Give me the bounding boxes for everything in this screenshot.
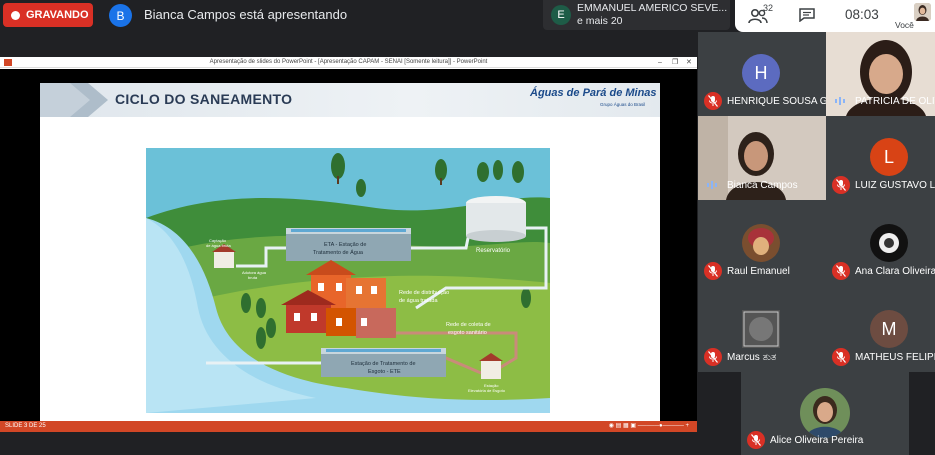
label-elevatoria-2: Elevatória de Esgoto (468, 388, 506, 393)
mic-off-icon (832, 176, 850, 194)
participant-tile[interactable]: Bianca Campos (698, 116, 826, 200)
avatar (870, 224, 908, 262)
svg-text:ETA - Estação de: ETA - Estação de (324, 242, 366, 248)
recording-badge[interactable]: GRAVANDO (3, 3, 93, 27)
minimize-icon[interactable]: – (658, 57, 662, 68)
slide-title: CICLO DO SANEAMENTO (115, 91, 293, 107)
svg-text:Reservatório: Reservatório (476, 248, 511, 254)
slide-stage: CICLO DO SANEAMENTO Águas de Pará de Min… (0, 69, 697, 431)
shared-screen: Apresentação de slides do PowerPoint - [… (0, 57, 697, 432)
svg-text:de água bruta: de água bruta (206, 243, 231, 248)
chevron-decoration (40, 83, 108, 117)
participant-tile[interactable]: Ana Clara Oliveira F... (826, 200, 935, 286)
meeting-clock: 08:03 (845, 7, 879, 22)
presenter-avatar: B (109, 4, 132, 27)
participant-name: Raul Emanuel (727, 266, 790, 277)
svg-text:Esgoto - ETE: Esgoto - ETE (368, 369, 401, 375)
slide: CICLO DO SANEAMENTO Águas de Pará de Min… (40, 83, 660, 431)
mic-off-icon (832, 348, 850, 366)
participant-name: Bianca Campos (727, 180, 798, 191)
svg-text:Elevatória de Esgoto: Elevatória de Esgoto (468, 388, 506, 393)
mic-off-icon (747, 431, 765, 449)
notification-avatar: E (551, 5, 571, 25)
powerpoint-statusbar: SLIDE 3 DE 25 ◉ ▤ ▦ ▣ ─────●───── + (0, 421, 697, 432)
mic-off-icon (704, 262, 722, 280)
window-title: Apresentação de slides do PowerPoint - [… (209, 59, 488, 65)
participant-count: 32 (763, 3, 774, 13)
participant-name: Marcus ತುತ (727, 352, 777, 363)
recording-label: GRAVANDO (26, 9, 89, 21)
close-icon[interactable]: ✕ (686, 57, 692, 68)
participant-tile[interactable]: Alice Oliveira Pereira (741, 372, 909, 455)
participant-name: LUIZ GUSTAVO LAC... (855, 180, 935, 191)
join-notification[interactable]: E EMMANUEL AMERICO SEVE... e mais 20 (543, 0, 730, 30)
powerpoint-icon (4, 59, 12, 66)
self-label: Você (895, 20, 914, 30)
brand-subtitle: Grupo Águas do Brasil (600, 102, 646, 107)
speaking-indicator-icon (835, 97, 845, 105)
speaking-indicator-icon (707, 181, 717, 189)
self-video-thumbnail[interactable] (914, 3, 931, 21)
avatar (742, 224, 780, 262)
svg-text:bruta: bruta (248, 275, 258, 280)
svg-text:Rede de distribuição: Rede de distribuição (399, 290, 449, 296)
label-captacao-2: de água bruta (206, 243, 231, 248)
label-ete-1: Estação de Tratamento de (351, 361, 416, 367)
participant-name: HENRIQUE SOUSA G... (727, 96, 826, 107)
label-distribuicao-2: de água tratada (399, 298, 438, 304)
mic-off-icon (832, 262, 850, 280)
mic-off-icon (704, 348, 722, 366)
participant-name: Ana Clara Oliveira F... (855, 266, 935, 277)
svg-text:Rede de coleta de: Rede de coleta de (446, 322, 491, 328)
powerpoint-titlebar: Apresentação de slides do PowerPoint - [… (0, 57, 697, 68)
participant-name: Alice Oliveira Pereira (770, 435, 864, 446)
participant-tile[interactable]: Raul Emanuel (698, 200, 826, 286)
label-adutora-2: bruta (248, 275, 258, 280)
mic-off-icon (704, 92, 722, 110)
svg-text:esgoto sanitário: esgoto sanitário (448, 330, 487, 336)
label-coleta-2: esgoto sanitário (448, 330, 487, 336)
participant-tile[interactable]: H HENRIQUE SOUSA G... (698, 32, 826, 116)
meet-window: GRAVANDO B Bianca Campos está apresentan… (0, 0, 935, 455)
sanitation-cycle-illustration: Captação de água bruta Adutora água brut… (146, 148, 550, 413)
participant-tile[interactable]: L LUIZ GUSTAVO LAC... (826, 116, 935, 200)
label-reservatorio: Reservatório (476, 248, 511, 254)
avatar (800, 388, 850, 438)
participant-tile[interactable]: M MATHEUS FELIPE ... (826, 286, 935, 372)
svg-text:Tratamento de Água: Tratamento de Água (313, 249, 364, 256)
avatar: M (870, 310, 908, 348)
view-controls-icon[interactable]: ◉ ▤ ▦ ▣ ─────●───── + (609, 421, 689, 432)
restore-icon[interactable]: ❐ (672, 57, 678, 68)
notification-name: EMMANUEL AMERICO SEVE... (577, 2, 728, 14)
slide-header-band: CICLO DO SANEAMENTO Águas de Pará de Min… (40, 83, 660, 117)
presenter-status: Bianca Campos está apresentando (144, 7, 348, 22)
avatar: L (870, 138, 908, 176)
label-ete-2: Esgoto - ETE (368, 369, 401, 375)
slide-counter: SLIDE 3 DE 25 (5, 423, 46, 429)
chat-icon[interactable] (799, 8, 815, 22)
label-coleta-1: Rede de coleta de (446, 322, 491, 328)
participant-name: MATHEUS FELIPE ... (855, 352, 935, 363)
label-eta-1: ETA - Estação de (324, 242, 366, 248)
svg-text:de água tratada: de água tratada (399, 298, 438, 304)
participant-tile[interactable]: PATRICIA DE OLIVE... (826, 32, 935, 116)
label-distribuicao-1: Rede de distribuição (399, 290, 449, 296)
record-icon (11, 10, 20, 20)
svg-text:Estação de Tratamento de: Estação de Tratamento de (351, 361, 416, 367)
participant-name: PATRICIA DE OLIVE... (855, 96, 935, 107)
brand-logo: Águas de Pará de Minas (530, 87, 657, 99)
notification-more: e mais 20 (577, 15, 623, 27)
participant-tile[interactable]: Marcus ತುತ (698, 286, 826, 372)
top-right-controls: 32 08:03 Você (735, 0, 935, 32)
label-eta-2: Tratamento de Água (313, 249, 364, 256)
avatar (742, 310, 780, 348)
avatar: H (742, 54, 780, 92)
